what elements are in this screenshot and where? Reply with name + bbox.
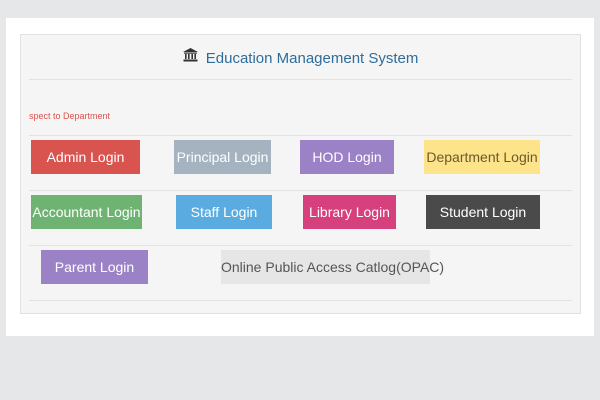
hod-login-button[interactable]: HOD Login — [300, 140, 394, 174]
page-title-text: Education Management System — [205, 50, 419, 67]
accountant-login-button[interactable]: Accountant Login — [31, 195, 142, 229]
opac-button[interactable]: Online Public Access Catlog(OPAC) — [221, 250, 444, 284]
admin-login-button[interactable]: Admin Login — [31, 140, 140, 174]
divider — [29, 79, 572, 80]
scrolling-notice: spect to Department — [29, 111, 111, 121]
page-container: Education Management System spect to Dep… — [6, 18, 594, 336]
library-login-button[interactable]: Library Login — [303, 195, 396, 229]
divider — [29, 245, 572, 246]
department-login-button[interactable]: Department Login — [424, 140, 540, 174]
student-login-button[interactable]: Student Login — [426, 195, 540, 229]
page-title: Education Management System — [21, 47, 580, 71]
login-panel: Education Management System spect to Dep… — [20, 34, 581, 314]
principal-login-button[interactable]: Principal Login — [174, 140, 271, 174]
staff-login-button[interactable]: Staff Login — [176, 195, 272, 229]
divider — [29, 300, 572, 301]
institution-icon — [182, 46, 198, 70]
parent-login-button[interactable]: Parent Login — [41, 250, 148, 284]
divider — [29, 190, 572, 191]
divider — [29, 135, 572, 136]
